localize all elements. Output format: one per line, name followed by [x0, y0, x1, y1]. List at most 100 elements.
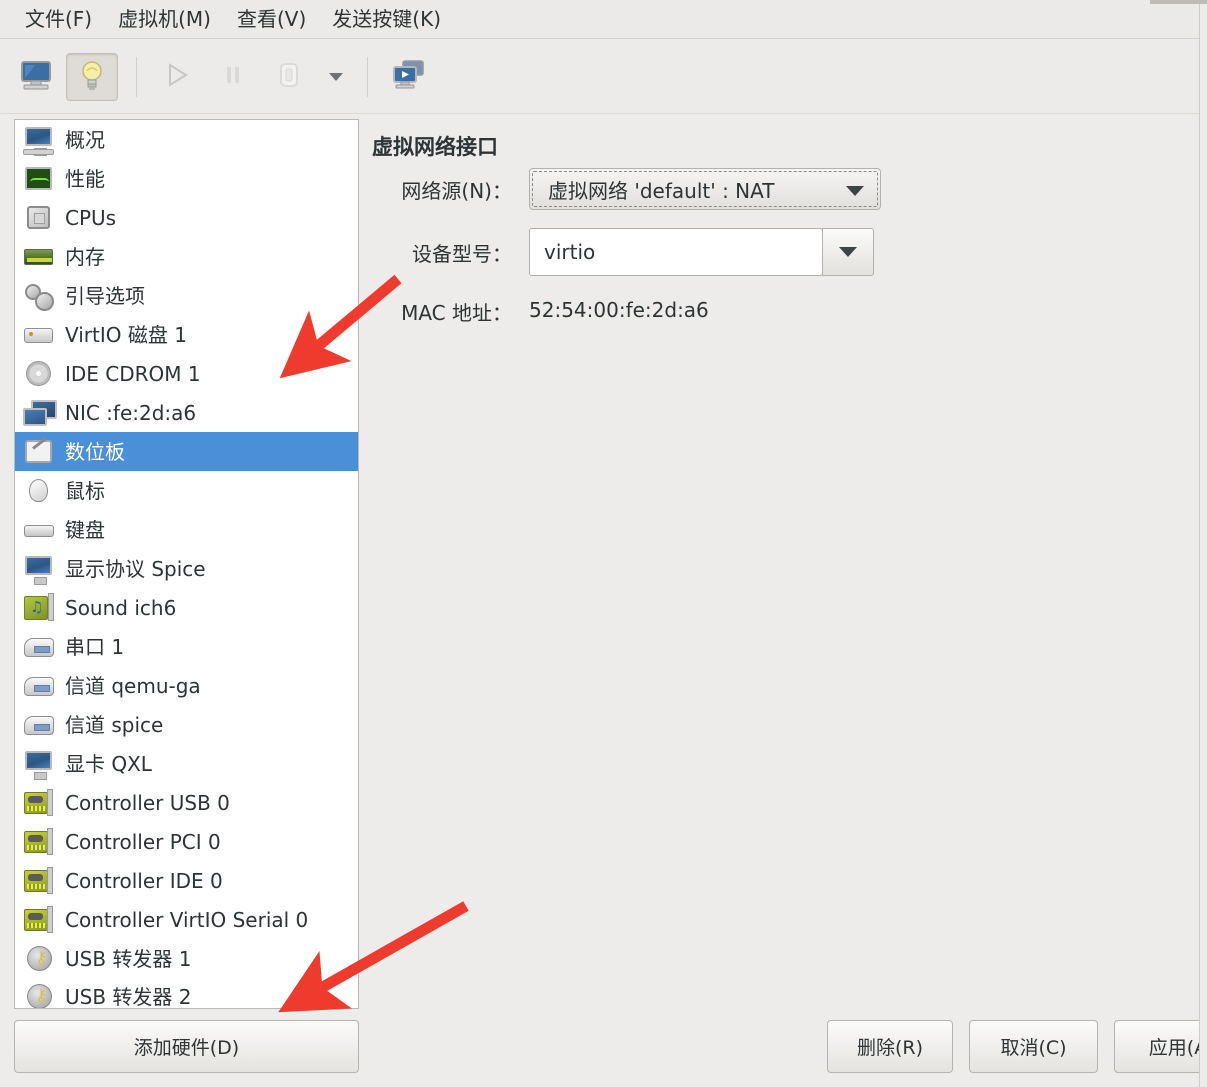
- cpu-chip-icon: [23, 203, 55, 233]
- channel-icon: [23, 710, 55, 740]
- cancel-label: 取消(C): [1000, 1037, 1067, 1059]
- device-model-label-row: 设备型号：: [372, 228, 512, 276]
- controller-card-icon: [23, 827, 55, 857]
- device-list-item-label: 显卡 QXL: [65, 751, 152, 776]
- device-model-dropdown-button[interactable]: [822, 228, 874, 276]
- device-list-item-label: 概况: [65, 127, 105, 152]
- device-list-item[interactable]: 概况: [15, 120, 358, 159]
- monitor-icon: [19, 60, 53, 94]
- device-list-item[interactable]: Controller USB 0: [15, 783, 358, 822]
- toolbar-console-button[interactable]: [10, 53, 62, 101]
- toolbar-separator-2: [367, 56, 368, 97]
- usb-icon: [23, 982, 55, 1008]
- mac-address-label-row: MAC 地址：: [372, 298, 512, 325]
- device-model-combobox[interactable]: virtio: [529, 228, 874, 276]
- toolbar-pause-button[interactable]: [207, 53, 259, 101]
- device-list-item[interactable]: USB 转发器 2: [15, 978, 358, 1009]
- device-list-item-label: Controller USB 0: [65, 790, 230, 815]
- menu-send-key[interactable]: 发送按键(K): [319, 6, 454, 32]
- serial-port-icon: [23, 632, 55, 662]
- device-list-item[interactable]: Controller PCI 0: [15, 822, 358, 861]
- device-list-item-label: 显示协议 Spice: [65, 556, 206, 581]
- fullscreen-console-icon: [390, 59, 426, 95]
- device-list-item-label: Sound ich6: [65, 595, 177, 620]
- toolbar-shutdown-menu-button[interactable]: [319, 53, 353, 101]
- mouse-icon: [23, 476, 55, 506]
- device-list-item[interactable]: 显卡 QXL: [15, 744, 358, 783]
- menu-file[interactable]: 文件(F): [12, 6, 105, 32]
- soundcard-icon: [23, 592, 55, 623]
- device-list-item[interactable]: NIC :fe:2d:a6: [15, 393, 358, 432]
- network-source-value: 虚拟网络 'default' : NAT: [548, 178, 775, 203]
- device-list-item[interactable]: Controller IDE 0: [15, 861, 358, 900]
- virt-manager-window: 文件(F) 虚拟机(M) 查看(V) 发送按键(K) 概况 性能 CPUs 内存…: [0, 0, 1207, 1087]
- chevron-down-icon: [846, 186, 864, 196]
- gears-icon: [23, 281, 55, 311]
- device-list-item[interactable]: 性能: [15, 159, 358, 198]
- device-list-item[interactable]: 串口 1: [15, 627, 358, 666]
- device-list-item[interactable]: CPUs: [15, 198, 358, 237]
- pause-icon: [219, 60, 247, 94]
- device-list-item-label: Controller VirtIO Serial 0: [65, 907, 309, 932]
- delete-label: 删除(R): [856, 1037, 924, 1059]
- device-list-item-label: 键盘: [65, 517, 105, 542]
- add-hardware-button[interactable]: 添加硬件(D): [14, 1020, 359, 1073]
- controller-card-icon: [23, 866, 55, 896]
- device-list-item-label: VirtIO 磁盘 1: [65, 322, 187, 347]
- menu-view[interactable]: 查看(V): [224, 6, 319, 32]
- usb-icon: [23, 944, 55, 974]
- window-right-edge: [1199, 0, 1207, 1087]
- device-list-item-label: 信道 qemu-ga: [65, 673, 201, 698]
- network-source-combobox[interactable]: 虚拟网络 'default' : NAT: [529, 168, 881, 210]
- device-list-item[interactable]: IDE CDROM 1: [15, 354, 358, 393]
- device-list-item[interactable]: 数位板: [15, 432, 358, 471]
- device-list-item-label: USB 转发器 2: [65, 985, 192, 1009]
- device-list-item[interactable]: 键盘: [15, 510, 358, 549]
- device-list-item-label: Controller IDE 0: [65, 868, 223, 893]
- apply-button[interactable]: 应用(A: [1114, 1020, 1207, 1073]
- cancel-button[interactable]: 取消(C): [969, 1020, 1098, 1073]
- device-list-item-label: 鼠标: [65, 478, 105, 503]
- delete-button[interactable]: 删除(R): [827, 1020, 953, 1073]
- device-list-item[interactable]: 内存: [15, 237, 358, 276]
- device-list-item[interactable]: USB 转发器 1: [15, 939, 358, 978]
- chevron-down-icon: [329, 72, 343, 81]
- details-content: 概况性能 CPUs 内存引导选项 VirtIO 磁盘 1 IDE CDROM 1 NIC …: [0, 115, 1207, 1087]
- keyboard-icon: [23, 515, 55, 545]
- lightbulb-icon: [75, 59, 109, 95]
- device-list-item[interactable]: 鼠标: [15, 471, 358, 510]
- device-list-item[interactable]: VirtIO 磁盘 1: [15, 315, 358, 354]
- menubar: 文件(F) 虚拟机(M) 查看(V) 发送按键(K): [0, 0, 1199, 39]
- performance-graph-icon: [23, 164, 55, 194]
- toolbar-fullscreen-button[interactable]: [382, 53, 434, 101]
- device-list-item[interactable]: Controller VirtIO Serial 0: [15, 900, 358, 939]
- toolbar-shutdown-button[interactable]: [263, 53, 315, 101]
- network-source-label-row: 网络源(N)：: [372, 168, 512, 210]
- device-model-value: virtio: [544, 240, 596, 264]
- device-list-item[interactable]: 信道 spice: [15, 705, 358, 744]
- device-list-item[interactable]: Sound ich6: [15, 588, 358, 627]
- channel-icon: [23, 671, 55, 701]
- cdrom-icon: [23, 359, 55, 389]
- device-list-item[interactable]: 引导选项: [15, 276, 358, 315]
- window-titlebar-shade: [1150, 0, 1207, 4]
- toolbar: [0, 40, 1199, 114]
- device-list-item-label: IDE CDROM 1: [65, 361, 201, 386]
- device-list-item[interactable]: 信道 qemu-ga: [15, 666, 358, 705]
- toolbar-run-button[interactable]: [151, 53, 203, 101]
- device-list-item[interactable]: 显示协议 Spice: [15, 549, 358, 588]
- controller-card-icon: [23, 905, 55, 935]
- menu-virtual-machine[interactable]: 虚拟机(M): [105, 6, 224, 32]
- toolbar-details-button[interactable]: [66, 52, 118, 101]
- device-list-item-label: 串口 1: [65, 634, 125, 659]
- device-list-item-label: 数位板: [65, 439, 125, 464]
- monitor-icon: [23, 125, 55, 156]
- hardware-device-list[interactable]: 概况性能 CPUs 内存引导选项 VirtIO 磁盘 1 IDE CDROM 1 NIC …: [14, 119, 359, 1009]
- play-icon: [161, 60, 193, 94]
- add-hardware-label: 添加硬件(D): [133, 1037, 240, 1059]
- device-list-item-label: USB 转发器 1: [65, 946, 192, 971]
- device-list-item-label: Controller PCI 0: [65, 829, 221, 854]
- network-card-icon: [23, 398, 57, 428]
- device-list-item-label: 信道 spice: [65, 712, 164, 737]
- device-list-item-label: 引导选项: [65, 283, 145, 308]
